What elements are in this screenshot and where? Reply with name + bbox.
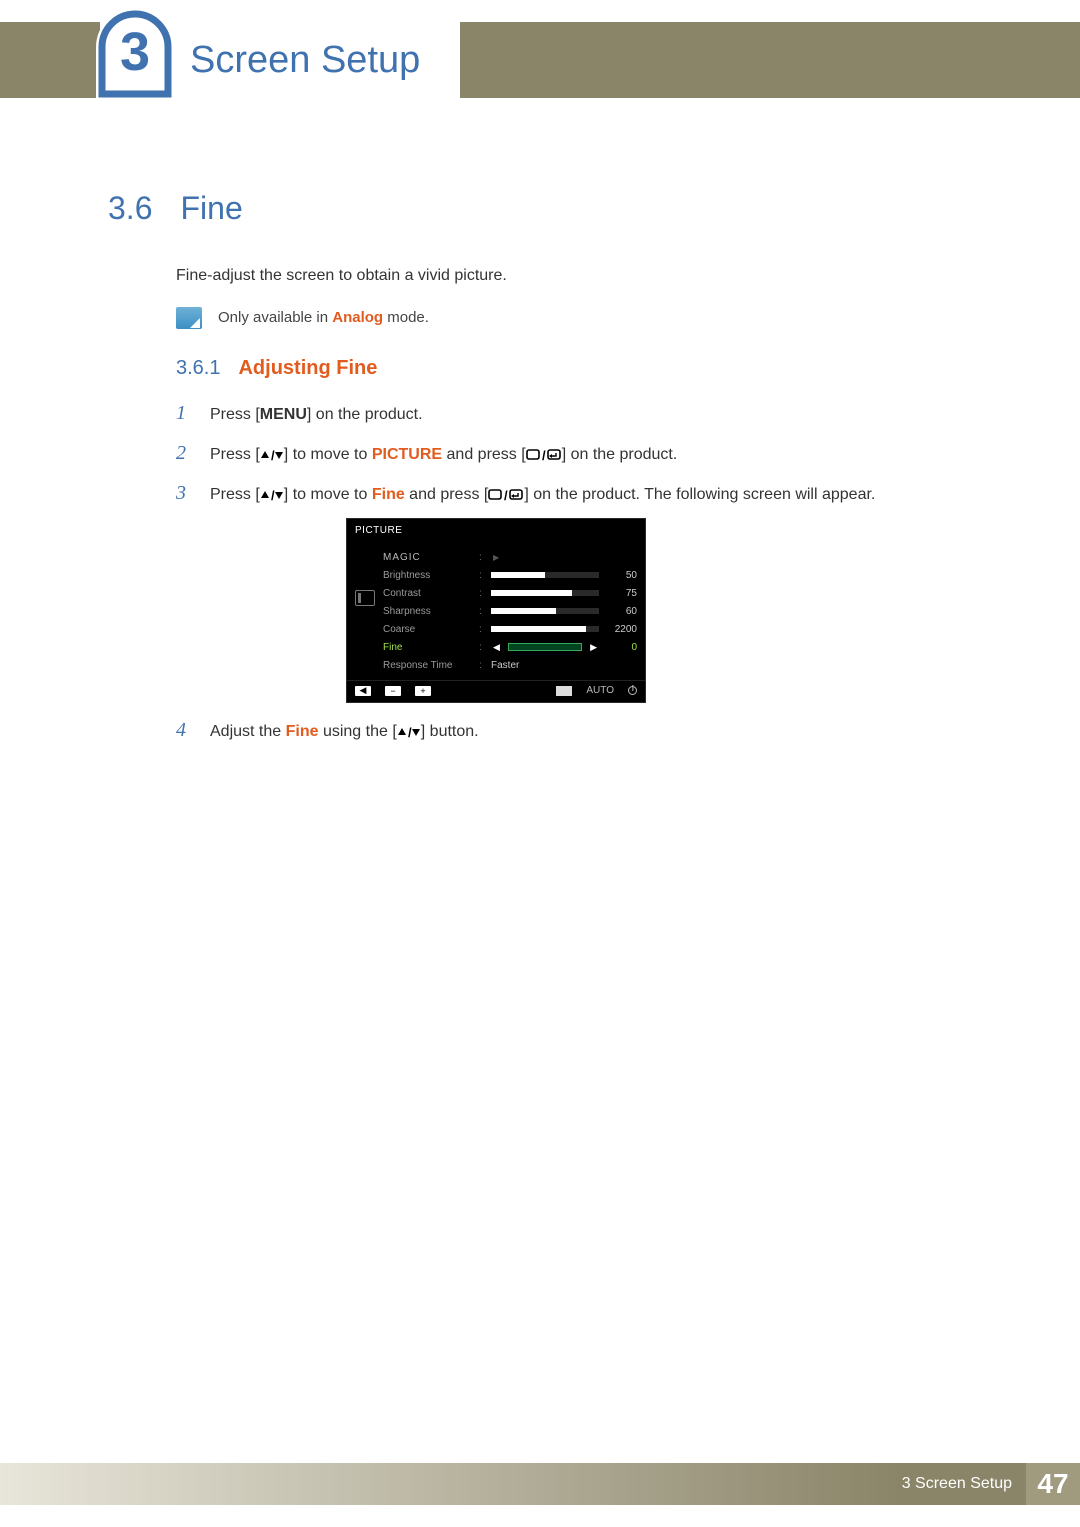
osd-slider xyxy=(491,590,599,596)
note-icon xyxy=(176,307,202,329)
source-enter-icon: / xyxy=(526,448,562,462)
footer-text-wrap: 3 Screen Setup xyxy=(902,1463,1026,1505)
osd-auto-label: AUTO xyxy=(586,685,614,696)
step-4: 4 Adjust the Fine using the [/] button. xyxy=(176,715,1010,745)
chapter-number-glyph: 3 xyxy=(120,22,150,82)
svg-text:/: / xyxy=(271,448,275,462)
svg-text:/: / xyxy=(504,488,508,502)
subsection-title: Adjusting Fine xyxy=(238,357,377,380)
section-title: Fine xyxy=(180,190,242,227)
osd-item-list: MAGIC : ▶ Brightness : 50 Contrast xyxy=(383,542,645,680)
fine-label: Fine xyxy=(372,486,405,503)
picture-menu-label: PICTURE xyxy=(372,446,442,463)
section-heading: 3.6 Fine xyxy=(108,190,1010,227)
osd-row-response-time: Response Time : Faster xyxy=(383,656,637,674)
step-number: 1 xyxy=(176,398,192,428)
svg-text:/: / xyxy=(408,725,412,739)
osd-row-contrast: Contrast : 75 xyxy=(383,584,637,602)
page-footer: 3 Screen Setup 47 xyxy=(0,1463,1080,1505)
up-down-icon: / xyxy=(260,488,284,502)
section-number: 3.6 xyxy=(108,190,152,227)
osd-item-label: Coarse xyxy=(383,624,473,635)
osd-plus-icon: + xyxy=(415,686,431,696)
step-text: Adjust the Fine using the [/] button. xyxy=(210,720,479,744)
osd-select-value: Faster xyxy=(491,660,637,671)
osd-slider-active xyxy=(508,643,582,651)
step-number: 2 xyxy=(176,438,192,468)
osd-item-label: Sharpness xyxy=(383,606,473,617)
osd-item-label: Response Time xyxy=(383,660,473,671)
osd-slider xyxy=(491,626,599,632)
osd-value: 0 xyxy=(605,642,637,653)
osd-row-magic: MAGIC : ▶ xyxy=(383,548,637,566)
footer-gradient xyxy=(0,1463,902,1505)
intro-paragraph: Fine-adjust the screen to obtain a vivid… xyxy=(176,267,1010,285)
osd-category-column xyxy=(347,542,383,680)
step-number: 4 xyxy=(176,715,192,745)
osd-screenshot: PICTURE MAGIC : ▶ Brightness : xyxy=(346,518,646,703)
osd-minus-icon: − xyxy=(385,686,401,696)
step-number: 3 xyxy=(176,478,192,508)
svg-text:/: / xyxy=(271,488,275,502)
up-down-icon: / xyxy=(397,725,421,739)
menu-key-label: MENU xyxy=(260,406,307,423)
page-content: 3.6 Fine Fine-adjust the screen to obtai… xyxy=(108,170,1010,755)
note: Only available in Analog mode. xyxy=(176,307,1010,329)
up-down-icon: / xyxy=(260,448,284,462)
osd-slider xyxy=(491,572,599,578)
osd-slider xyxy=(491,608,599,614)
source-enter-icon: / xyxy=(488,488,524,502)
step-text: Press [/] to move to Fine and press [/] … xyxy=(210,483,875,507)
osd-item-label: MAGIC xyxy=(383,552,473,563)
osd-row-coarse: Coarse : 2200 xyxy=(383,620,637,638)
osd-footer: ◀ − + AUTO xyxy=(347,680,645,702)
osd-item-label: Brightness xyxy=(383,570,473,581)
note-prefix: Only available in xyxy=(218,309,332,326)
osd-value: 2200 xyxy=(605,624,637,635)
osd-value: 60 xyxy=(605,606,637,617)
osd-row-brightness: Brightness : 50 xyxy=(383,566,637,584)
fine-label: Fine xyxy=(286,723,319,740)
osd-value: 50 xyxy=(605,570,637,581)
footer-chapter-label: 3 Screen Setup xyxy=(902,1475,1012,1493)
osd-value: 75 xyxy=(605,588,637,599)
osd-back-icon: ◀ xyxy=(355,686,371,696)
step-list: 1 Press [MENU] on the product. 2 Press [… xyxy=(176,398,1010,745)
subsection-heading: 3.6.1 Adjusting Fine xyxy=(176,357,1010,380)
osd-item-label: Contrast xyxy=(383,588,473,599)
power-icon xyxy=(628,686,637,695)
chapter-badge: 3 xyxy=(96,8,174,100)
step-text: Press [MENU] on the product. xyxy=(210,403,423,427)
step-text: Press [/] to move to PICTURE and press [… xyxy=(210,443,677,467)
left-arrow-icon: ◀ xyxy=(491,642,502,653)
osd-row-sharpness: Sharpness : 60 xyxy=(383,602,637,620)
osd-row-fine: Fine : ◀ ▶ 0 xyxy=(383,638,637,656)
svg-text:/: / xyxy=(542,448,546,462)
step-2: 2 Press [/] to move to PICTURE and press… xyxy=(176,438,1010,468)
page-number: 47 xyxy=(1026,1463,1080,1505)
osd-item-label: Fine xyxy=(383,642,473,653)
right-arrow-icon: ▶ xyxy=(588,642,599,653)
picture-category-icon xyxy=(355,590,375,606)
chapter-title: Screen Setup xyxy=(190,39,420,82)
step-1: 1 Press [MENU] on the product. xyxy=(176,398,1010,428)
osd-enter-icon xyxy=(556,686,572,696)
step-3: 3 Press [/] to move to Fine and press [/… xyxy=(176,478,1010,508)
note-mode: Analog xyxy=(332,309,383,326)
osd-title: PICTURE xyxy=(347,519,645,542)
note-text: Only available in Analog mode. xyxy=(218,307,429,326)
subsection-number: 3.6.1 xyxy=(176,357,220,380)
note-suffix: mode. xyxy=(383,309,429,326)
